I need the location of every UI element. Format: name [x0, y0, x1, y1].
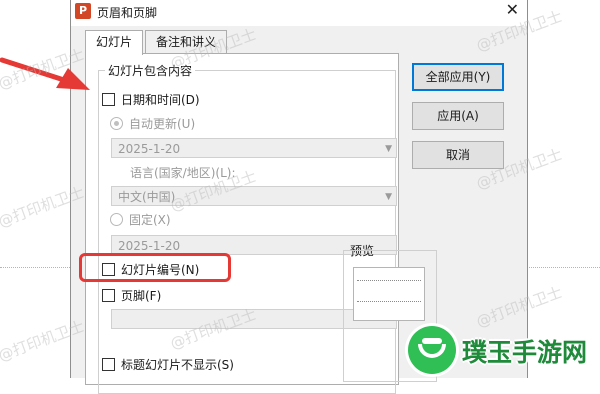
chevron-down-icon: ▼: [385, 192, 392, 202]
dialog-title: 页眉和页脚: [97, 6, 158, 20]
date-format-value: 2025-1-20: [118, 142, 181, 156]
site-logo: 璞玉手游网: [404, 322, 600, 378]
auto-update-option[interactable]: 自动更新(U): [110, 116, 195, 132]
hide-on-title-option[interactable]: 标题幻灯片不显示(S): [102, 357, 234, 373]
slide-number-highlight-box: [79, 253, 231, 282]
fixed-date-radio[interactable]: [110, 213, 123, 226]
gamepad-logo-icon: [408, 326, 456, 374]
footer-option[interactable]: 页脚(F): [102, 288, 161, 304]
close-icon[interactable]: ✕: [506, 0, 519, 19]
preview-header-guide: [357, 280, 421, 281]
apply-button[interactable]: 应用(A): [412, 102, 504, 130]
fixed-date-option[interactable]: 固定(X): [110, 212, 171, 228]
auto-update-label: 自动更新(U): [129, 117, 196, 131]
title-bar: P 页眉和页脚 ✕: [71, 0, 527, 26]
preview-footer-guide: [357, 301, 421, 302]
presentation-app-icon: P: [75, 3, 91, 19]
fixed-date-label: 固定(X): [129, 213, 171, 227]
tab-slides[interactable]: 幻灯片: [85, 30, 144, 55]
date-format-select[interactable]: 2025-1-20 ▼: [111, 138, 397, 158]
footer-checkbox[interactable]: [102, 289, 115, 302]
chevron-down-icon: ▼: [385, 144, 392, 154]
fixed-date-value: 2025-1-20: [118, 239, 181, 253]
auto-update-radio[interactable]: [110, 117, 123, 130]
logo-text: 璞玉手游网: [462, 338, 588, 367]
language-select[interactable]: 中文(中国) ▼: [111, 186, 397, 206]
preview-slide-thumbnail: [353, 267, 425, 321]
apply-all-button[interactable]: 全部应用(Y): [412, 63, 504, 91]
hide-on-title-label: 标题幻灯片不显示(S): [121, 358, 234, 372]
date-time-label: 日期和时间(D): [121, 93, 200, 107]
footer-label: 页脚(F): [121, 289, 162, 303]
date-time-option[interactable]: 日期和时间(D): [102, 92, 200, 108]
cancel-button[interactable]: 取消: [412, 141, 504, 169]
hide-on-title-checkbox[interactable]: [102, 358, 115, 371]
